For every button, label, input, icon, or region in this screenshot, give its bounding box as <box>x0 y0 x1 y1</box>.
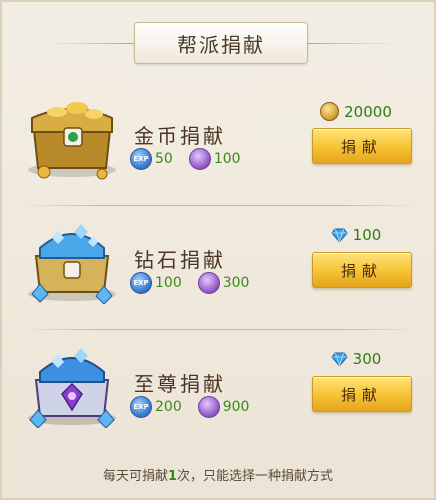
contribution-icon <box>188 148 211 170</box>
contribution-icon <box>197 396 220 418</box>
supreme-chest-icon <box>28 348 116 428</box>
guild-donation-panel: 帮派捐献 金币捐献 EXP 50 100 20000 捐献 钻石捐献 EXP 1… <box>0 0 436 500</box>
option-name: 金币捐献 <box>134 124 226 148</box>
reward-contribution: 900 <box>197 396 250 418</box>
cost-value: 20000 <box>344 102 392 121</box>
reward-contribution: 300 <box>197 272 250 294</box>
reward-exp: EXP 200 <box>130 396 182 418</box>
option-cost: 20000 <box>296 102 416 121</box>
donation-rule-note: 每天可捐献1次，只能选择一种捐献方式 <box>2 465 434 484</box>
gold-chest-icon <box>28 102 116 180</box>
donate-supreme-button[interactable]: 捐献 <box>312 376 412 412</box>
guild-exp-icon: EXP <box>130 396 152 418</box>
donate-diamond-button[interactable]: 捐献 <box>312 252 412 288</box>
reward-contribution-value: 100 <box>213 151 241 167</box>
reward-contribution-value: 300 <box>222 275 250 291</box>
reward-exp: EXP 50 <box>130 148 173 170</box>
footer-text-before: 每天可捐献 <box>102 469 168 484</box>
option-rewards: EXP 50 100 <box>130 148 257 170</box>
option-cost: 100 <box>296 226 416 244</box>
option-cost: 300 <box>296 350 416 368</box>
option-name: 钻石捐献 <box>134 248 226 272</box>
contribution-icon <box>197 272 220 294</box>
donation-option-gold: 金币捐献 EXP 50 100 20000 捐献 <box>12 82 426 200</box>
reward-exp: EXP 100 <box>130 272 182 294</box>
donation-option-supreme: 至尊捐献 EXP 200 900 300 捐献 <box>12 330 426 448</box>
cost-value: 100 <box>352 226 382 244</box>
donate-gold-button[interactable]: 捐献 <box>312 128 412 164</box>
cost-value: 300 <box>352 350 382 368</box>
option-name: 至尊捐献 <box>134 372 226 396</box>
diamond-icon <box>331 352 348 367</box>
reward-contribution: 100 <box>188 148 241 170</box>
reward-exp-value: 50 <box>155 151 173 167</box>
reward-exp-value: 100 <box>155 275 182 291</box>
panel-title: 帮派捐献 <box>45 22 308 64</box>
option-rewards: EXP 100 300 <box>130 272 265 294</box>
diamond-icon <box>331 228 348 243</box>
footer-text-after: 次，只能选择一种捐献方式 <box>177 469 334 484</box>
option-rewards: EXP 200 900 <box>130 396 265 418</box>
footer-highlight-count: 1 <box>167 469 178 484</box>
reward-exp-value: 200 <box>155 399 182 415</box>
guild-exp-icon: EXP <box>130 148 152 170</box>
gold-coin-icon <box>320 102 340 121</box>
guild-exp-icon: EXP <box>130 272 152 294</box>
diamond-chest-icon <box>28 224 116 304</box>
donation-option-diamond: 钻石捐献 EXP 100 300 100 捐献 <box>12 206 426 324</box>
reward-contribution-value: 900 <box>222 399 250 415</box>
